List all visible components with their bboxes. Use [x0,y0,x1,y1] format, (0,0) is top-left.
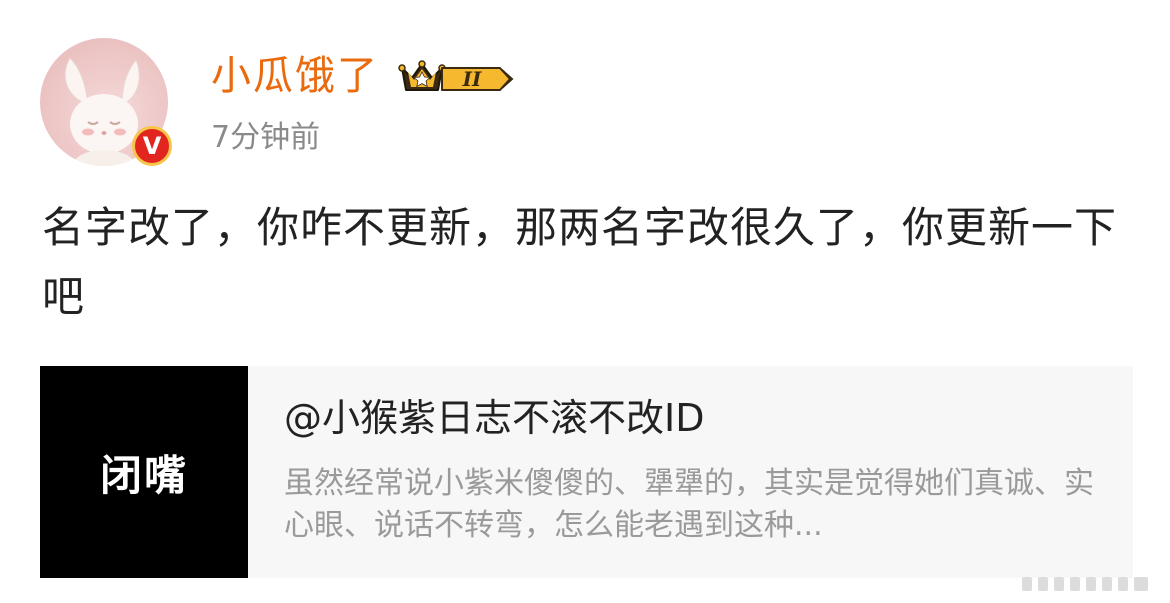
card-description: 虽然经常说小紫米傻傻的、犟犟的，其实是觉得她们真诚、实心眼、说话不转弯，怎么能老… [284,466,1094,543]
username[interactable]: 小瓜饿了 [211,52,379,100]
post-timestamp: 7分钟前 [211,120,321,155]
card-thumbnail-text: 闭嘴 [99,450,188,500]
post-body-text: 名字改了，你咋不更新，那两名字改很久了，你更新一下吧 [42,203,1118,321]
linked-weibo-card[interactable]: 闭嘴 @小猴紫日志不滚不改ID 虽然经常说小紫米傻傻的、犟犟的，其实是觉得她们真… [40,366,1133,578]
post-header: V 小瓜饿了 II 7分钟前 [40,38,740,168]
card-thumbnail: 闭嘴 [40,366,248,578]
watermark-icon [1022,577,1148,591]
card-title: @小猴紫日志不滚不改ID [284,396,705,440]
vip-level-text: II [462,67,482,91]
verified-badge: V [132,126,172,166]
verified-badge-letter: V [142,132,162,160]
vip-crown-badge[interactable]: II [398,56,518,100]
